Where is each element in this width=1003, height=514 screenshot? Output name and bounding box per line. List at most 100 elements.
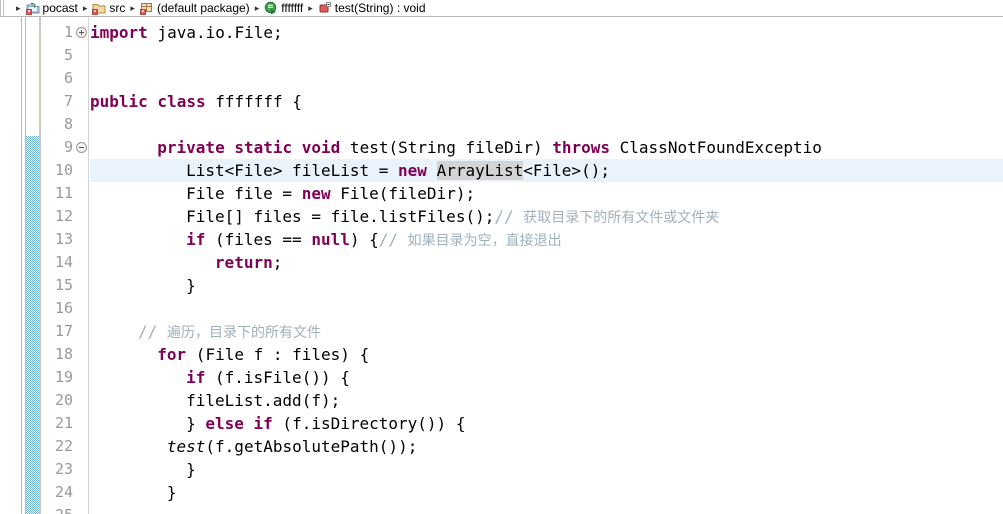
code-token: else if (205, 414, 273, 433)
breadcrumb-item-label: pocast (42, 1, 78, 15)
code-token: t (513, 161, 524, 180)
code-token: ArrayLis (436, 161, 514, 180)
breadcrumb-item-src[interactable]: src (91, 0, 126, 16)
code-line[interactable]: fileList.add(f); (186, 389, 340, 412)
code-token: File(fileDir); (330, 184, 476, 203)
code-line[interactable]: // 遍历，目录下的所有文件 (138, 320, 321, 343)
line-number: 25 (41, 504, 73, 514)
fold-expand-icon[interactable] (76, 27, 87, 38)
line-number: 22 (54, 437, 73, 455)
code-line[interactable]: } else if (f.isDirectory()) { (186, 412, 465, 435)
line-number: 16 (54, 299, 73, 317)
code-line[interactable]: public class fffffff { (90, 90, 302, 113)
code-line[interactable]: } (186, 274, 196, 297)
line-number: 23 (54, 460, 73, 478)
code-token: (f.isFile()) { (205, 368, 350, 387)
code-token: (File f : files) { (186, 345, 370, 364)
line-number-ruler[interactable]: 15678910111213141516171819202122232425 (41, 17, 75, 514)
line-number: 9 (63, 138, 73, 156)
breadcrumb-item-fffffff[interactable]: fffffff (263, 0, 304, 16)
code-token: ClassNotFoundExceptio (610, 138, 822, 157)
breadcrumb-item-label: (default package) (156, 1, 250, 15)
line-number: 15 (54, 276, 73, 294)
breadcrumb-separator[interactable]: ▸ (308, 0, 313, 16)
code-line[interactable]: File file = new File(fileDir); (186, 182, 475, 205)
code-line[interactable]: return; (215, 251, 282, 274)
line-number: 21 (54, 414, 73, 432)
folding-ruler[interactable] (75, 17, 89, 514)
line-number: 10 (54, 161, 73, 179)
code-token: (f.isDirectory()) { (272, 414, 466, 433)
code-token: } (186, 276, 196, 295)
code-token: List<File> fileList = (186, 161, 399, 180)
line-number: 11 (54, 184, 73, 202)
breadcrumb-separator[interactable]: ▸ (16, 0, 21, 16)
breadcrumb[interactable]: ▸ pocast ▸ src ▸ (default package) ▸ fffffff ▸ te… (0, 0, 1003, 17)
breadcrumb-separator[interactable]: ▸ (255, 0, 260, 16)
code-token: ) { (349, 230, 379, 249)
code-token: for (157, 345, 187, 364)
line-number: 19 (54, 368, 73, 386)
code-token: // (138, 322, 167, 341)
code-token: 获取目录下的所有文件或文件夹 (523, 210, 720, 226)
code-line[interactable]: } (167, 481, 177, 504)
code-line[interactable]: test(f.getAbsolutePath()); (167, 435, 417, 458)
code-token: File[] files = file.listFiles(); (186, 207, 495, 226)
breadcrumb-item-label: src (109, 1, 126, 15)
code-token: null (311, 230, 350, 249)
line-number: 18 (54, 345, 73, 363)
code-line[interactable]: private static void test(String fileDir)… (157, 136, 822, 159)
code-token: fileList.add(f); (186, 391, 341, 410)
breadcrumb-item-pocast[interactable]: pocast (25, 0, 79, 16)
code-line[interactable]: List<File> fileList = new ArrayList<File… (186, 159, 610, 182)
code-line[interactable]: } (186, 458, 196, 481)
code-token: fffffff { (205, 92, 302, 111)
code-token: (files == (205, 230, 312, 249)
package-icon (140, 1, 154, 15)
code-token: (f.getAbsolutePath()); (205, 437, 418, 456)
code-token: 如果目录为空，直接退出 (407, 233, 562, 249)
breadcrumb-separator[interactable]: ▸ (130, 0, 135, 16)
line-number: 13 (54, 230, 73, 248)
code-line[interactable]: File[] files = file.listFiles();// 获取目录下… (186, 205, 719, 228)
line-number: 5 (63, 46, 73, 64)
change-ruler (26, 17, 39, 514)
code-token: File file = (186, 184, 302, 203)
code-token: if (186, 230, 206, 249)
code-token: return (214, 253, 273, 272)
code-text-area[interactable]: import java.io.File; public class fffffff… (90, 17, 1003, 514)
editor-rail-left (21, 17, 22, 514)
line-number: 20 (54, 391, 73, 409)
code-token: <File>(); (523, 161, 610, 180)
code-token: test (166, 437, 206, 456)
code-token: 遍历，目录下的所有文件 (166, 325, 321, 341)
line-number: 14 (54, 253, 73, 271)
breadcrumb-item-label: fffffff (281, 1, 304, 15)
java-class-icon (264, 1, 278, 15)
code-token: // (378, 230, 408, 249)
java-editor[interactable]: 15678910111213141516171819202122232425 i… (0, 17, 1003, 514)
code-token: private static void (157, 138, 341, 157)
code-token: ; (272, 253, 283, 272)
code-token: if (186, 368, 206, 387)
code-line[interactable]: if (f.isFile()) { (186, 366, 350, 389)
code-token: } (186, 414, 206, 433)
change-bar-modified (26, 136, 39, 514)
code-token: test(String fileDir) (340, 138, 553, 157)
breadcrumb-item-default-package[interactable]: (default package) (139, 0, 251, 16)
private-static-method-icon (318, 1, 332, 15)
code-line[interactable]: if (files == null) {// 如果目录为空，直接退出 (186, 228, 562, 251)
breadcrumb-item-label: test(String) : void (334, 1, 426, 15)
breadcrumb-separator[interactable]: ▸ (83, 0, 88, 16)
code-token: import (90, 23, 148, 42)
code-token: throws (552, 138, 611, 157)
breadcrumb-item-test-string-void[interactable]: test(String) : void (317, 0, 427, 16)
code-token: } (166, 483, 177, 502)
code-token: } (186, 460, 196, 479)
code-line[interactable]: for (File f : files) { (157, 343, 369, 366)
code-line[interactable]: import java.io.File; (90, 21, 283, 44)
code-token: java.io.File; (147, 23, 283, 42)
editor-left-padding (0, 17, 21, 514)
fold-collapse-icon[interactable] (76, 142, 87, 153)
